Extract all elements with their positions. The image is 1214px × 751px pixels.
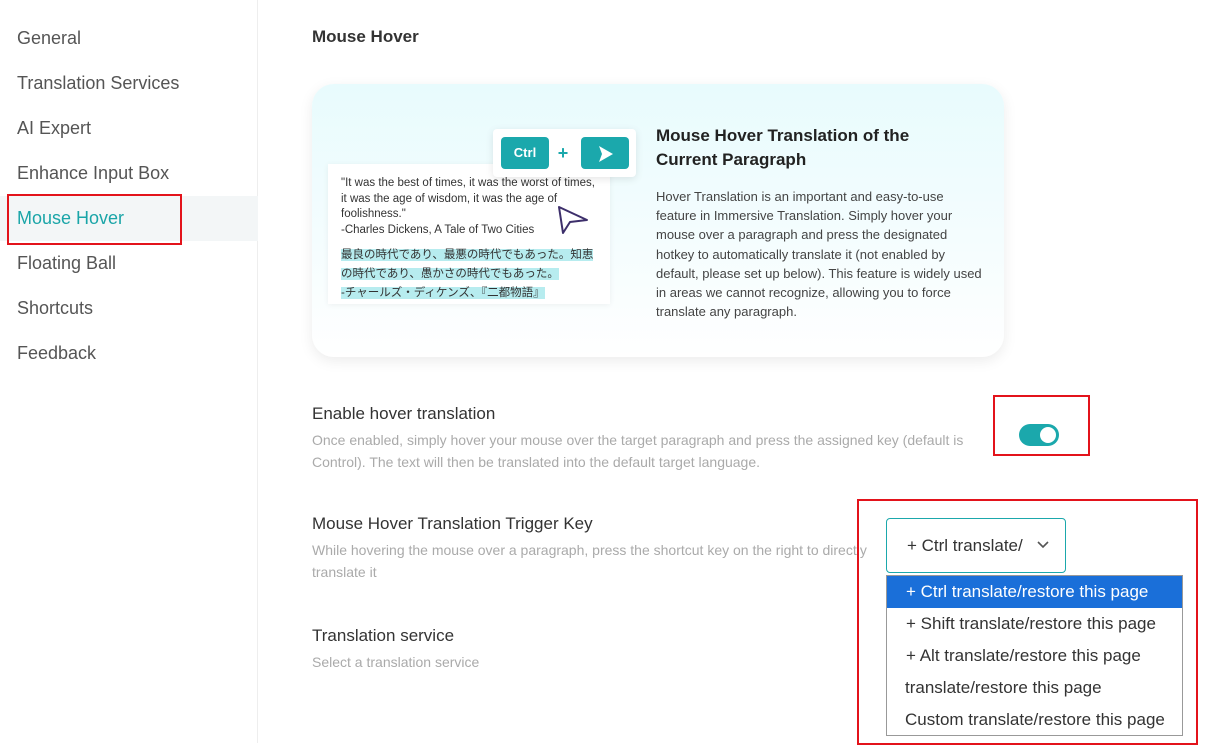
toggle-knob xyxy=(1040,427,1056,443)
quote-japanese: 最良の時代であり、最悪の時代でもあった。知恵 の時代であり、愚かさの時代でもあっ… xyxy=(341,246,613,303)
cursor-arrow-icon xyxy=(599,146,613,162)
mouse-pointer-icon xyxy=(558,206,588,234)
dropdown-option-alt[interactable]: + Alt translate/restore this page xyxy=(887,640,1182,672)
dropdown-option-shift[interactable]: + Shift translate/restore this page xyxy=(887,608,1182,640)
translation-service-title: Translation service xyxy=(312,626,455,645)
ctrl-key: Ctrl xyxy=(501,137,549,169)
sidebar-item-enhance-input-box[interactable]: Enhance Input Box xyxy=(0,151,258,196)
dropdown-option-ctrl[interactable]: + Ctrl translate/restore this page xyxy=(887,576,1182,608)
trigger-key-dropdown: + Ctrl translate/restore this page + Shi… xyxy=(886,575,1183,736)
quote-japanese-line-3: -チャールズ・ディケンズ、『二都物語』 xyxy=(341,287,545,299)
dropdown-option-custom[interactable]: Custom translate/restore this page xyxy=(887,704,1182,736)
sidebar-item-ai-expert[interactable]: AI Expert xyxy=(0,106,258,151)
enable-hover-title: Enable hover translation xyxy=(312,404,496,423)
hero-title: Mouse Hover Translation of the Current P… xyxy=(656,126,910,169)
trigger-key-selected-value: + Ctrl translate/restore this page xyxy=(907,536,1023,555)
enable-hover-description: Once enabled, simply hover your mouse ov… xyxy=(312,432,964,470)
plus-sign: + xyxy=(557,143,569,163)
hero-description: Hover Translation is an important and ea… xyxy=(656,189,982,320)
enable-hover-toggle[interactable] xyxy=(1019,424,1059,446)
dropdown-option-none[interactable]: translate/restore this page xyxy=(887,672,1182,704)
sidebar-item-translation-services[interactable]: Translation Services xyxy=(0,61,258,106)
sidebar-item-general[interactable]: General xyxy=(0,16,258,61)
sidebar-item-mouse-hover[interactable]: Mouse Hover xyxy=(0,196,258,241)
hotkey-illustration: Ctrl + xyxy=(493,129,636,177)
trigger-key-description: While hovering the mouse over a paragrap… xyxy=(312,542,867,580)
hero-card: "It was the best of times, it was the wo… xyxy=(312,84,1004,357)
sidebar-item-feedback[interactable]: Feedback xyxy=(0,331,258,376)
chevron-down-icon xyxy=(1037,541,1049,549)
translation-service-description: Select a translation service xyxy=(312,654,480,670)
trigger-key-title: Mouse Hover Translation Trigger Key xyxy=(312,514,593,533)
trigger-key-select[interactable]: + Ctrl translate/restore this page xyxy=(886,518,1066,573)
quote-japanese-line-1: 最良の時代であり、最悪の時代でもあった。知恵 xyxy=(341,249,594,261)
sidebar-item-shortcuts[interactable]: Shortcuts xyxy=(0,286,258,331)
sidebar: General Translation Services AI Expert E… xyxy=(0,0,258,743)
quote-japanese-line-2: の時代であり、愚かさの時代でもあった。 xyxy=(341,268,559,280)
sidebar-item-floating-ball[interactable]: Floating Ball xyxy=(0,241,258,286)
page-title: Mouse Hover xyxy=(312,27,419,46)
cursor-key xyxy=(581,137,629,169)
